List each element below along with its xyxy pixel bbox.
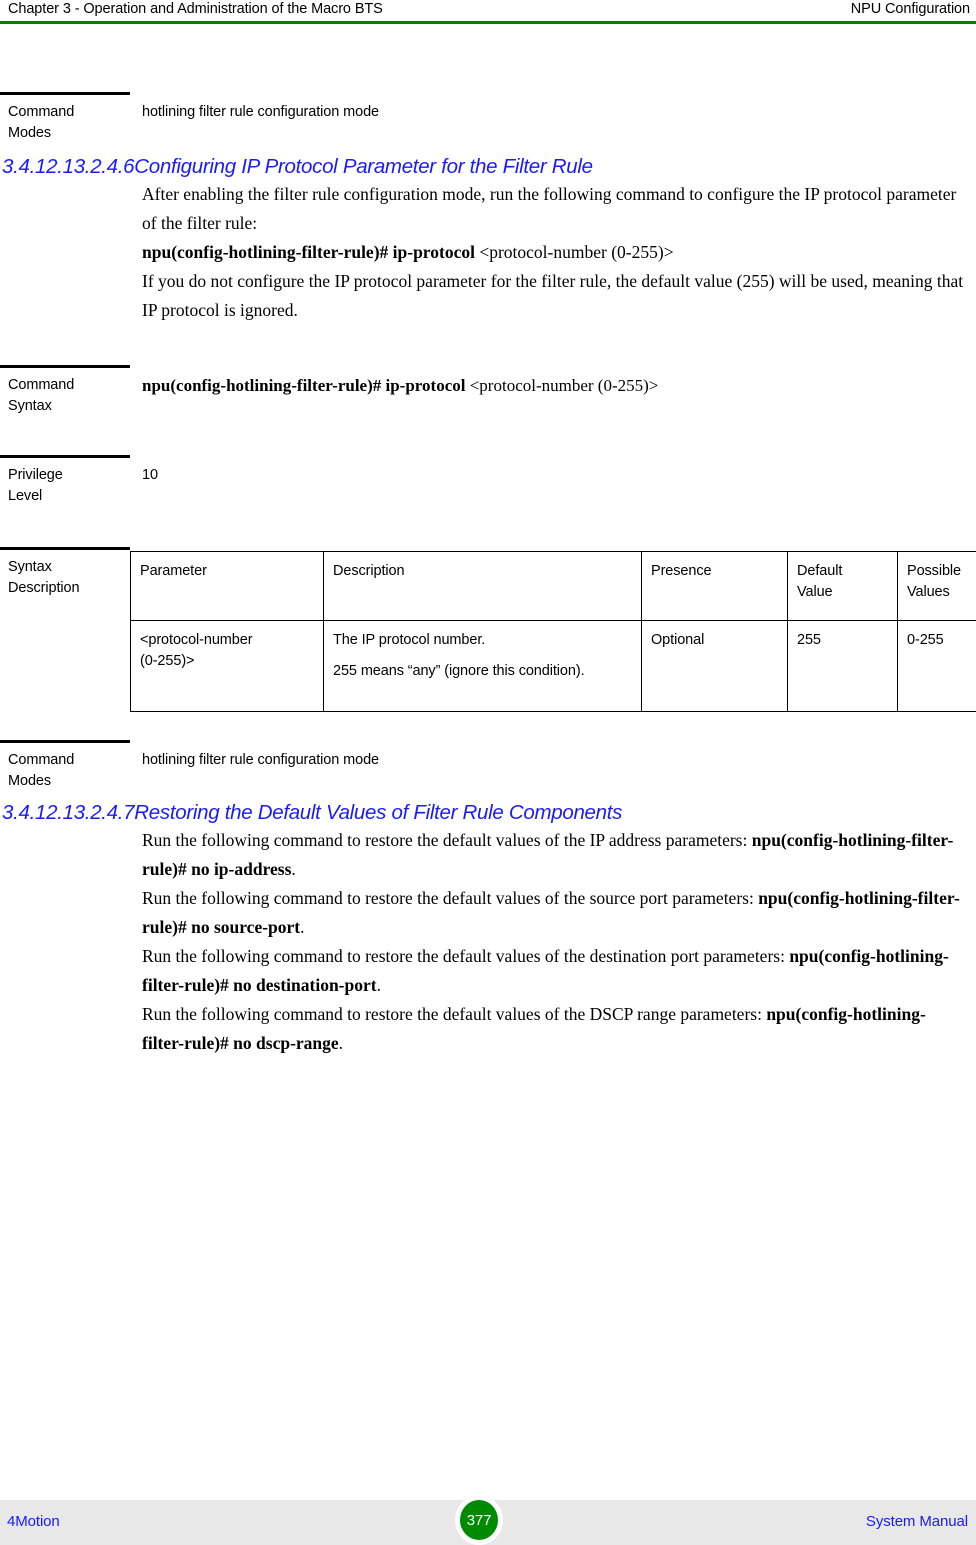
command-modes-block-bottom: Command Modes hotlining filter rule conf…: [0, 740, 976, 800]
paragraph-restore-source-port: Run the following command to restore the…: [142, 884, 964, 942]
block-top-rule: [0, 455, 130, 458]
command-modes-label-line1: Command: [8, 752, 75, 768]
cell-possible-values: 0-255: [897, 620, 976, 712]
block-top-rule: [0, 365, 130, 368]
command-argument-text: <protocol-number (0-255)>: [479, 242, 674, 262]
command-syntax-value: npu(config-hotlining-filter-rule)# ip-pr…: [130, 365, 976, 397]
section-heading-restoring-defaults: 3.4.12.13.2.4.7Restoring the Default Val…: [2, 801, 623, 824]
page-number-badge: 377: [455, 1495, 503, 1545]
restore-text-source-port: Run the following command to restore the…: [142, 888, 759, 908]
syntax-description-label: Syntax Description: [0, 547, 130, 599]
privilege-level-block: Privilege Level 10: [0, 455, 976, 547]
page-number-text: 377: [466, 1511, 492, 1529]
privilege-level-label-line1: Privilege: [8, 467, 63, 483]
paragraph-intro: After enabling the filter rule configura…: [142, 184, 957, 233]
cell-description-spacer: [333, 651, 633, 661]
command-modes-label-line2: Modes: [8, 125, 52, 141]
command-syntax-bold-text: npu(config-hotlining-filter-rule)# ip-pr…: [142, 376, 466, 395]
restore-text-ip-address: Run the following command to restore the…: [142, 830, 752, 850]
command-modes-label-bottom: Command Modes: [0, 740, 130, 792]
page-number-disc: 377: [460, 1500, 498, 1540]
table-header-possible-line2: Values: [907, 584, 950, 600]
command-modes-label-line2: Modes: [8, 773, 52, 789]
restore-period-0: .: [291, 859, 296, 879]
syntax-description-label-line2: Description: [8, 580, 80, 596]
restore-period-2: .: [376, 975, 381, 995]
privilege-level-label-line2: Level: [8, 488, 43, 504]
cell-default-value: 255: [787, 620, 898, 712]
page-header: Chapter 3 - Operation and Administration…: [0, 0, 976, 26]
header-chapter-title: Chapter 3 - Operation and Administration…: [8, 1, 383, 17]
restore-period-1: .: [300, 917, 305, 937]
block-top-rule: [0, 740, 130, 743]
command-bold-text: npu(config-hotlining-filter-rule)# ip-pr…: [142, 242, 475, 262]
syntax-description-spacer: [130, 547, 976, 557]
cell-description-line1: The IP protocol number.: [333, 632, 486, 648]
command-line-ip-protocol: npu(config-hotlining-filter-rule)# ip-pr…: [142, 238, 964, 267]
command-modes-value-top: hotlining filter rule configuration mode: [142, 104, 379, 120]
block-top-rule: [0, 547, 130, 550]
syntax-description-block: Syntax Description: [0, 547, 976, 596]
cell-description: The IP protocol number. 255 means “any” …: [323, 620, 642, 712]
command-modes-value-bottom: hotlining filter rule configuration mode: [142, 752, 379, 768]
paragraph-restore-destination-port: Run the following command to restore the…: [142, 942, 964, 1000]
command-syntax-label: Command Syntax: [0, 365, 130, 417]
paragraph-restore-dscp-range: Run the following command to restore the…: [142, 1000, 964, 1058]
command-modes-label-line1: Command: [8, 104, 75, 120]
paragraph-restore-ip-address: Run the following command to restore the…: [142, 826, 964, 884]
cell-presence: Optional: [641, 620, 788, 712]
command-syntax-label-line1: Command: [8, 377, 75, 393]
paragraph-default-note: If you do not configure the IP protocol …: [142, 271, 964, 320]
privilege-level-label: Privilege Level: [0, 455, 130, 507]
header-section-title: NPU Configuration: [850, 1, 970, 17]
page-content: Command Modes hotlining filter rule conf…: [0, 26, 976, 1058]
command-modes-block-top: Command Modes hotlining filter rule conf…: [0, 92, 976, 154]
privilege-level-value: 10: [142, 467, 158, 483]
command-syntax-block: Command Syntax npu(config-hotlining-filt…: [0, 365, 976, 455]
restore-text-destination-port: Run the following command to restore the…: [142, 946, 790, 966]
table-header-default-line2: Value: [797, 584, 833, 600]
section-heading-ip-protocol: 3.4.12.13.2.4.6Configuring IP Protocol P…: [2, 155, 593, 178]
footer-document-title: System Manual: [865, 1513, 968, 1530]
cell-description-line2: 255 means “any” (ignore this condition).: [333, 663, 585, 679]
cell-parameter-line1: <protocol-number: [140, 632, 253, 648]
cell-parameter-line2: (0-255)>: [140, 653, 195, 669]
table-row: <protocol-number (0-255)> The IP protoco…: [130, 620, 976, 712]
command-syntax-argument-text: <protocol-number (0-255)>: [469, 376, 659, 395]
header-divider-rule: [0, 21, 976, 24]
block-top-rule: [0, 92, 130, 95]
footer-product-name: 4Motion: [7, 1513, 60, 1530]
syntax-description-label-line1: Syntax: [8, 559, 52, 575]
cell-parameter: <protocol-number (0-255)>: [130, 620, 324, 712]
restore-period-3: .: [338, 1033, 344, 1053]
restore-text-dscp-range: Run the following command to restore the…: [142, 1004, 767, 1024]
page-footer: 4Motion 377 System Manual: [0, 1492, 976, 1545]
command-modes-label-top: Command Modes: [0, 92, 130, 144]
command-syntax-label-line2: Syntax: [8, 398, 52, 414]
